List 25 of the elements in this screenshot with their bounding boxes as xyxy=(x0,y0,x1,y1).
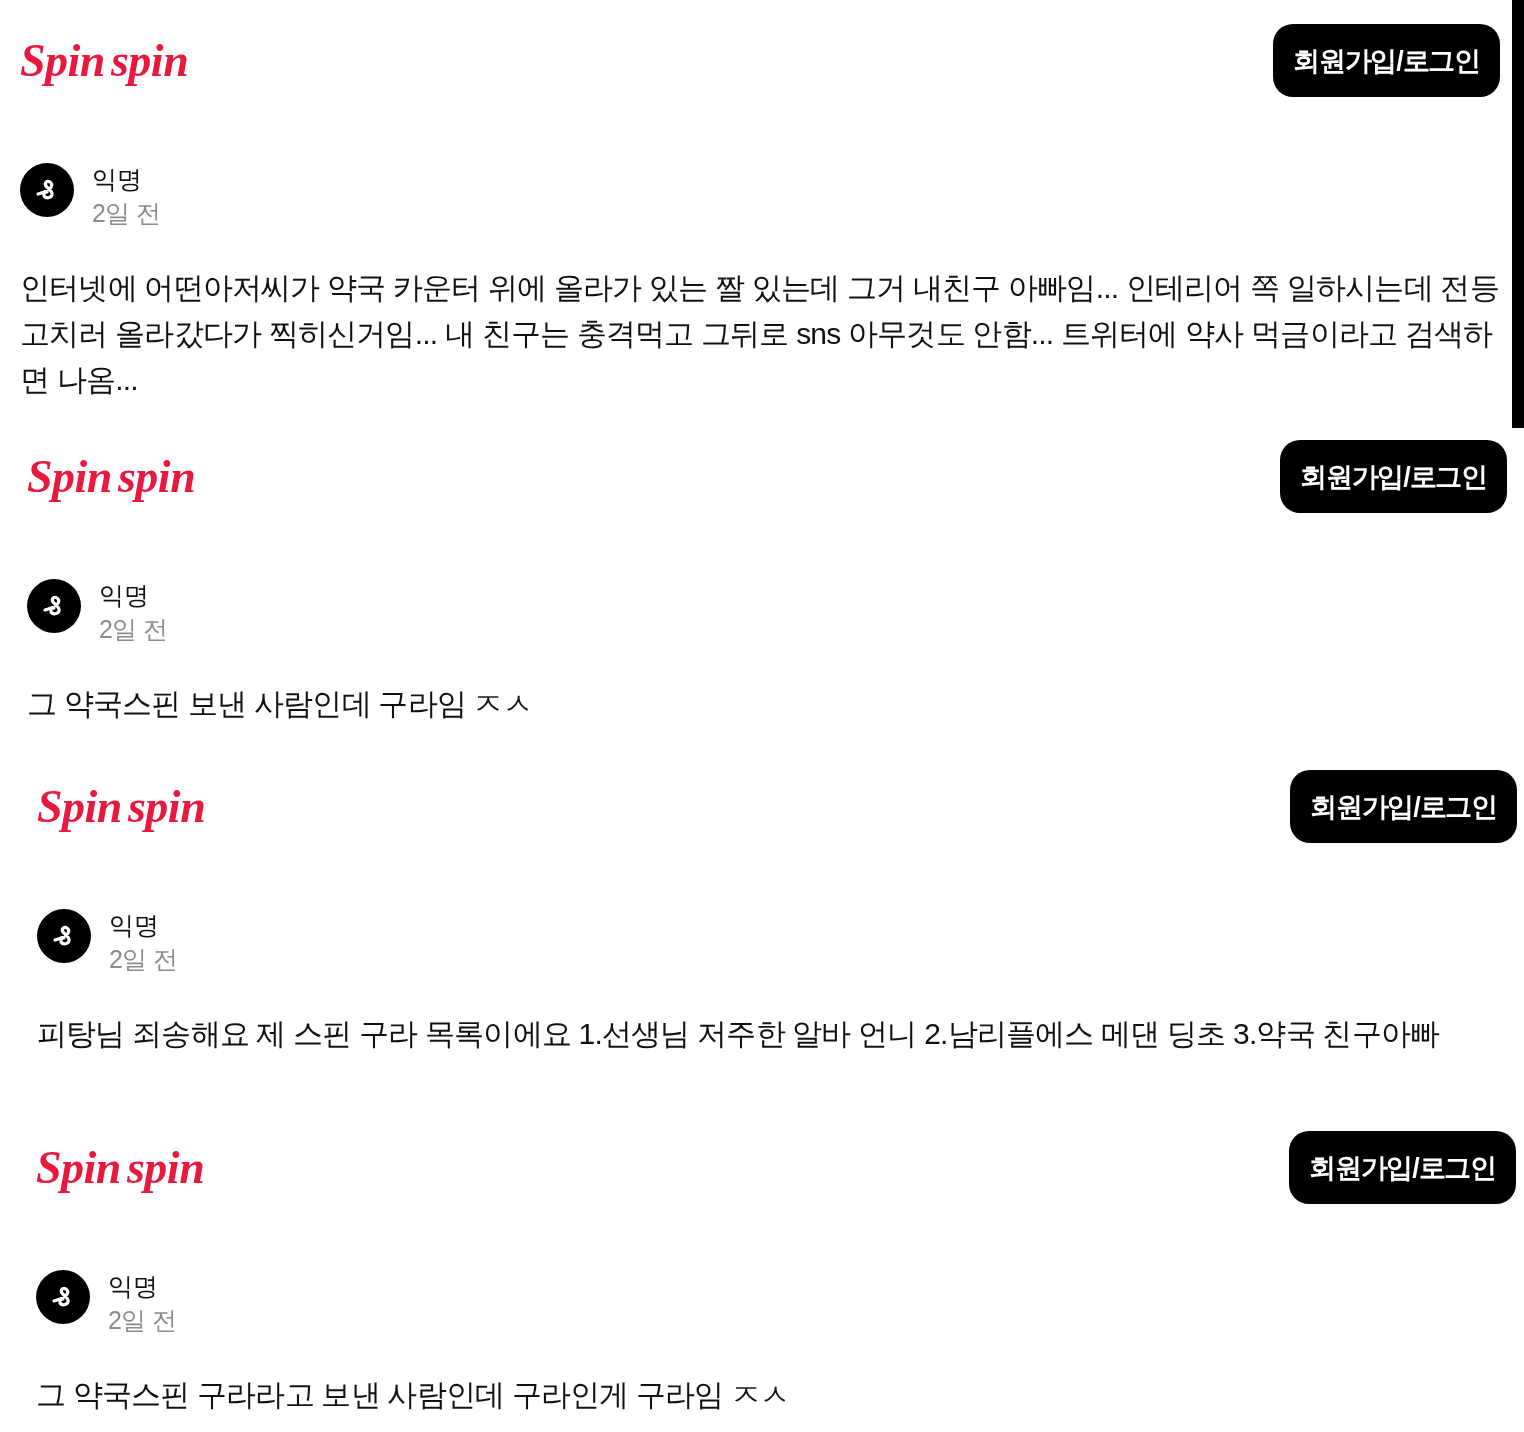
post-time: 2일 전 xyxy=(99,614,168,645)
post-time: 2일 전 xyxy=(109,944,178,975)
post-text: 그 약국스핀 보낸 사람인데 구라임 ㅈㅅ xyxy=(27,686,533,722)
scrollbar[interactable] xyxy=(1512,0,1524,428)
avatar-icon xyxy=(27,579,81,633)
login-button[interactable]: 회원가입/로그인 xyxy=(1290,770,1517,843)
login-button[interactable]: 회원가입/로그인 xyxy=(1289,1131,1516,1204)
avatar-icon xyxy=(20,163,74,217)
avatar-icon xyxy=(37,909,91,963)
post-text: 인터넷에 어떤아저씨가 약국 카운터 위에 올라가 있는 짤 있는데 그거 내친구 아빠임... 인테리어 쪽 일하시는데 전등 고치러 올라갔다가 찍히신거임... 내 친구는 충격먹고 그뒤로 sns 아무것도 안함... 트위터에 약사 먹금이라고 검색하면 나옴... xyxy=(20,270,1500,398)
post-time: 2일 전 xyxy=(92,198,161,229)
login-button[interactable]: 회원가입/로그인 xyxy=(1280,440,1507,513)
post-text: 피탕님 죄송해요 제 스핀 구라 목록이에요 1.선생님 저주한 알바 언니 2.남리플에스 메댄 딩초 3.약국 친구아빠 xyxy=(37,1016,1441,1052)
logo[interactable]: Spin spin xyxy=(27,450,196,503)
author-name: 익명 xyxy=(108,1271,157,1302)
logo[interactable]: Spin spin xyxy=(20,34,189,87)
author-name: 익명 xyxy=(99,580,148,611)
post-text: 그 약국스핀 구라라고 보낸 사람인데 구라인게 구라임 ㅈㅅ xyxy=(36,1377,791,1413)
avatar-icon xyxy=(36,1270,90,1324)
login-button[interactable]: 회원가입/로그인 xyxy=(1273,24,1500,97)
author-name: 익명 xyxy=(109,910,158,941)
post-time: 2일 전 xyxy=(108,1305,177,1336)
logo[interactable]: Spin spin xyxy=(36,1141,205,1194)
logo[interactable]: Spin spin xyxy=(37,780,206,833)
author-name: 익명 xyxy=(92,164,141,195)
